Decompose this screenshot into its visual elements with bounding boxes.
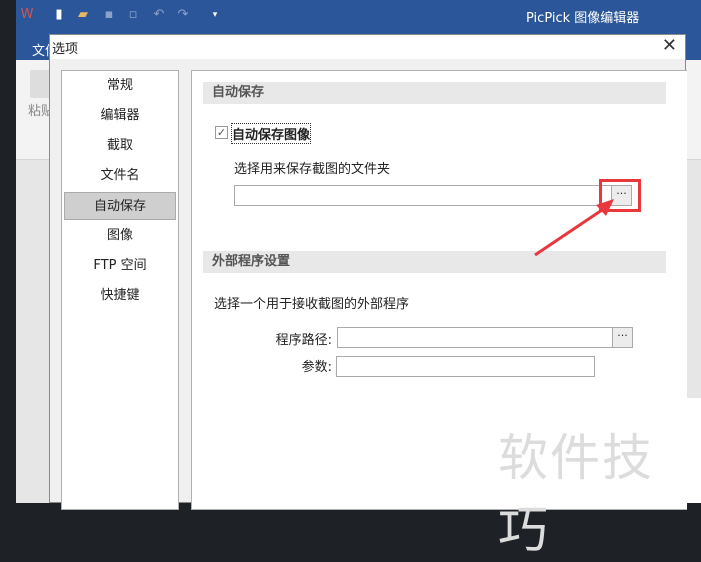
watermark: 软件技巧	[498, 429, 654, 559]
